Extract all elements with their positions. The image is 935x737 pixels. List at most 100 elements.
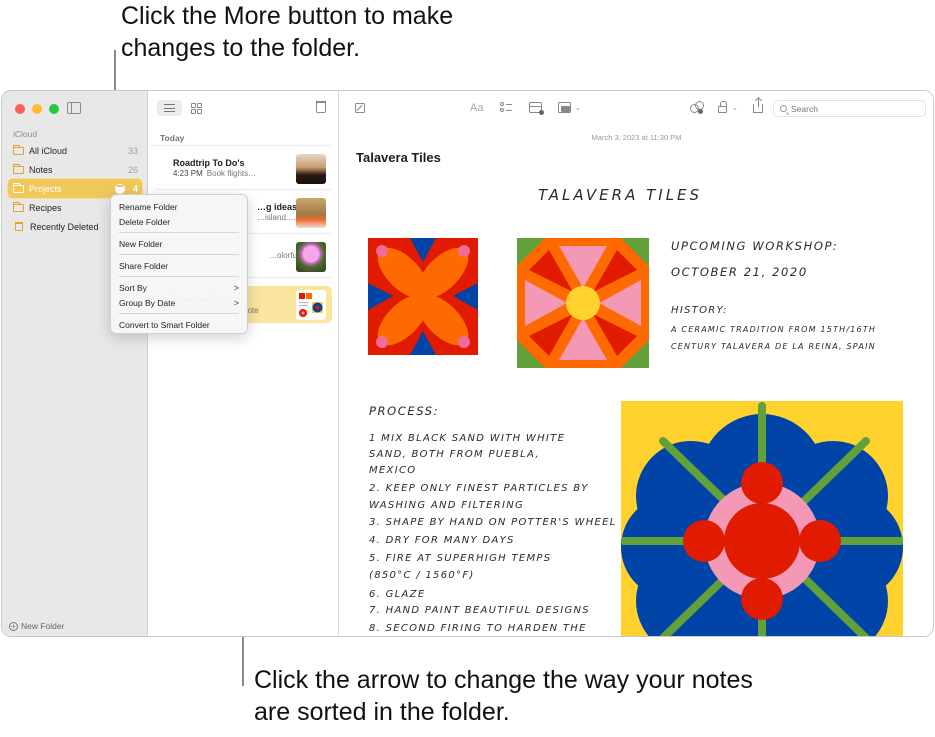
tile-1-dot — [376, 245, 388, 257]
tile-1-dot — [458, 336, 470, 348]
process-line: 1 MIX BLACK SAND WITH WHITE — [369, 433, 566, 444]
menu-item-label: Convert to Smart Folder — [119, 319, 210, 330]
compose-icon[interactable] — [355, 103, 365, 113]
menu-separator — [119, 232, 239, 233]
folder-context-menu: Rename Folder Delete Folder New Folder S… — [110, 194, 248, 334]
tile-3-red-dot — [683, 520, 725, 562]
callout-more-button: Click the More button to make changes to… — [121, 2, 454, 62]
folder-icon — [13, 144, 24, 155]
handwritten-workshop-date: OCTOBER 21, 2020 — [671, 265, 808, 279]
list-view-button[interactable] — [157, 100, 182, 116]
process-line: SAND, BOTH FROM PUEBLA, — [369, 449, 540, 460]
tile-3-red-dot — [741, 578, 783, 620]
folder-icon — [13, 182, 24, 193]
chevron-down-icon[interactable]: ⌄ — [732, 104, 738, 112]
checklist-icon[interactable] — [500, 102, 512, 113]
note-subtitle: 4:23 PM Book flights… — [173, 169, 256, 178]
folder-count: 33 — [127, 145, 138, 156]
sidebar-item-all-icloud[interactable]: All iCloud 33 — [8, 141, 142, 160]
process-line: 7. HAND PAINT BEAUTIFUL DESIGNS — [369, 605, 590, 616]
handwritten-process-label: PROCESS: — [369, 404, 440, 418]
sidebar-item-notes[interactable]: Notes 26 — [8, 160, 142, 179]
plus-circle-icon: + — [9, 621, 18, 631]
tile-drawing-3 — [621, 401, 903, 636]
note-list-item[interactable]: Roadtrip To Do's 4:23 PM Book flights… — [155, 146, 332, 190]
menu-item-label: Delete Folder — [119, 216, 171, 227]
zoom-button[interactable] — [49, 104, 59, 114]
process-line: MEXICO — [369, 465, 417, 476]
list-icon — [164, 104, 175, 112]
chevron-down-icon[interactable]: ⌄ — [575, 104, 581, 112]
note-list: Today Roadtrip To Do's 4:23 PM Book fligh… — [149, 91, 339, 636]
handwritten-history-label: HISTORY: — [671, 305, 728, 316]
process-line: 6. GLAZE — [369, 589, 426, 600]
more-button[interactable]: ••• — [114, 183, 125, 194]
new-folder-label: New Folder — [21, 621, 65, 631]
menu-item-sort-by[interactable]: Sort By > — [111, 280, 247, 295]
tile-3-red-dot — [799, 520, 841, 562]
menu-separator — [119, 276, 239, 277]
sidebar-toggle-icon[interactable] — [67, 102, 81, 114]
search-icon — [780, 105, 787, 112]
handwritten-workshop-label: UPCOMING WORKSHOP: — [671, 239, 839, 253]
submenu-arrow-icon[interactable]: > — [234, 283, 239, 293]
close-button[interactable] — [15, 104, 25, 114]
process-line: 8. SECOND FIRING TO HARDEN THE — [369, 623, 587, 634]
sidebar: iCloud All iCloud 33 Notes 26 Projects •… — [2, 91, 148, 636]
tile-1-dot — [376, 336, 388, 348]
folder-name: All iCloud — [29, 145, 68, 156]
process-line: 3. SHAPE BY HAND ON POTTER'S WHEEL — [369, 517, 617, 528]
menu-item-label: Sort By — [119, 282, 147, 293]
menu-item-rename-folder[interactable]: Rename Folder — [111, 199, 247, 214]
note-preview: Book flights… — [206, 169, 257, 178]
menu-item-new-folder[interactable]: New Folder — [111, 236, 247, 251]
menu-item-convert-to-smart-folder[interactable]: Convert to Smart Folder — [111, 317, 247, 332]
table-icon[interactable] — [529, 102, 544, 115]
callout-sort-arrow: Click the arrow to change the way your n… — [254, 666, 753, 726]
folder-count: 26 — [127, 164, 138, 175]
process-line: WASHING AND FILTERING — [369, 500, 525, 511]
note-title: …g ideas — [257, 202, 298, 212]
delete-note-icon[interactable] — [316, 101, 326, 113]
note-list-toolbar — [149, 91, 338, 127]
gallery-view-icon[interactable] — [191, 103, 202, 114]
new-folder-button[interactable]: + New Folder — [9, 621, 64, 631]
trash-icon — [15, 222, 23, 231]
menu-item-label: Share Folder — [119, 260, 169, 271]
note-subtitle: …island.… — [257, 213, 296, 222]
lock-icon[interactable] — [718, 101, 727, 113]
search-field[interactable] — [773, 100, 926, 117]
note-title: Roadtrip To Do's — [173, 158, 245, 168]
handwritten-title: TALAVERA TILES — [538, 186, 703, 204]
tiles-thumbnail — [296, 290, 326, 320]
editor-toolbar: Aa ⌄ ⌄ — [340, 91, 933, 127]
submenu-arrow-icon[interactable]: > — [234, 298, 239, 308]
tile-3-red-dot — [741, 462, 783, 504]
handwritten-history-line: CENTURY TALAVERA DE LA REINA, SPAIN — [671, 342, 876, 351]
share-icon[interactable] — [753, 98, 763, 113]
notes-window: iCloud All iCloud 33 Notes 26 Projects •… — [1, 90, 934, 637]
folder-name: Notes — [29, 164, 53, 175]
folder-icon — [13, 201, 24, 212]
menu-item-delete-folder[interactable]: Delete Folder — [111, 214, 247, 229]
flower-photo-thumbnail — [296, 242, 326, 272]
note-preview: …island.… — [257, 213, 297, 222]
minimize-button[interactable] — [32, 104, 42, 114]
menu-item-share-folder[interactable]: Share Folder — [111, 258, 247, 273]
process-line: 5. FIRE AT SUPERHIGH TEMPS — [369, 553, 552, 564]
collaborate-badge — [698, 109, 703, 114]
menu-item-group-by-date[interactable]: Group By Date > — [111, 295, 247, 310]
process-line: 4. DRY FOR MANY DAYS — [369, 535, 515, 546]
note-list-section-today: Today — [149, 127, 332, 146]
handwritten-history-line: A CERAMIC TRADITION FROM 15TH/16TH — [671, 325, 877, 334]
silhouette-photo-thumbnail — [296, 154, 326, 184]
folder-count: 4 — [132, 183, 138, 194]
menu-separator — [119, 254, 239, 255]
format-button[interactable]: Aa — [470, 102, 483, 114]
note-heading: Talavera Tiles — [356, 150, 441, 165]
window-controls — [15, 104, 59, 114]
process-line: (850°C / 1560°F) — [369, 570, 475, 581]
note-editor: Aa ⌄ ⌄ March 3, 2023 at 11:30 PM Talaver… — [340, 91, 933, 636]
media-icon[interactable] — [558, 102, 571, 113]
search-input[interactable] — [791, 103, 911, 114]
